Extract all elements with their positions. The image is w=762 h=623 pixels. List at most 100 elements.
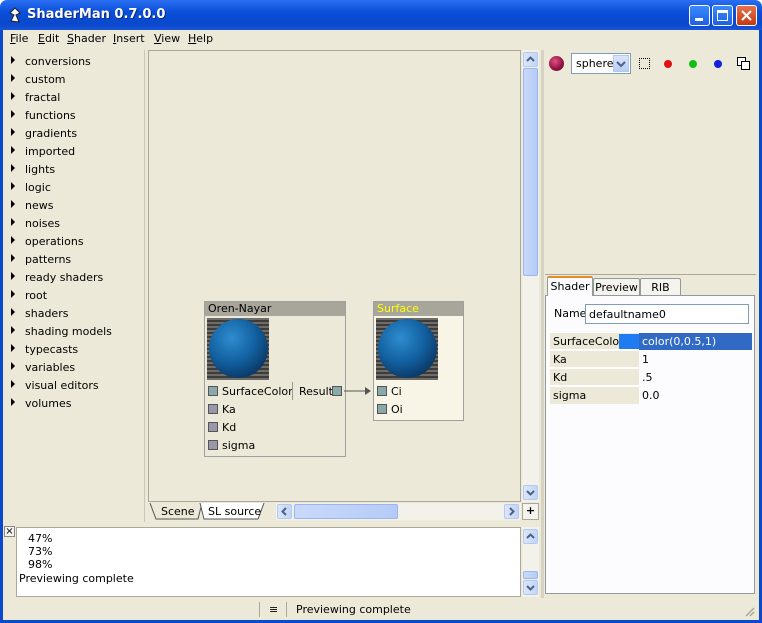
blue-light-icon[interactable] xyxy=(714,60,722,68)
tree-item-conversions[interactable]: conversions xyxy=(6,52,145,70)
copy-icon[interactable] xyxy=(737,57,750,70)
tree-item-noises[interactable]: noises xyxy=(6,214,145,232)
tree-item-gradients[interactable]: gradients xyxy=(6,124,145,142)
expand-arrow-icon[interactable] xyxy=(11,362,15,370)
dropdown-button[interactable] xyxy=(613,55,629,72)
port-surfacecolor[interactable] xyxy=(208,386,218,396)
node-canvas[interactable]: Oren-Nayar SurfaceColor Ka Kd sigma Resu… xyxy=(148,50,521,502)
tree-item-typecasts[interactable]: typecasts xyxy=(6,340,145,358)
tree-item-variables[interactable]: variables xyxy=(6,358,145,376)
log-vscrollbar[interactable] xyxy=(522,527,539,597)
tree-item-news[interactable]: news xyxy=(6,196,145,214)
port-oi[interactable] xyxy=(377,404,387,414)
prop-value-surfacecolor[interactable]: color(0,0.5,1) xyxy=(639,333,752,350)
expand-arrow-icon[interactable] xyxy=(11,236,15,244)
tree-item-ready-shaders[interactable]: ready shaders xyxy=(6,268,145,286)
expand-arrow-icon[interactable] xyxy=(11,146,15,154)
tree-item-imported[interactable]: imported xyxy=(6,142,145,160)
tree-item-visual-editors[interactable]: visual editors xyxy=(6,376,145,394)
region-select-icon[interactable] xyxy=(639,58,650,69)
tab-shader[interactable]: Shader xyxy=(547,276,593,296)
expand-arrow-icon[interactable] xyxy=(11,56,15,64)
expand-arrow-icon[interactable] xyxy=(11,200,15,208)
expand-arrow-icon[interactable] xyxy=(11,218,15,226)
tree-item-fractal[interactable]: fractal xyxy=(6,88,145,106)
app-icon xyxy=(9,7,21,23)
menu-bar: File Edit Shader Insert View Help xyxy=(3,30,759,49)
prop-value-kd[interactable]: .5 xyxy=(639,369,752,386)
scroll-thumb[interactable] xyxy=(523,68,538,276)
menu-help[interactable]: Help xyxy=(188,32,213,45)
canvas-vscrollbar[interactable] xyxy=(522,50,539,502)
close-icon xyxy=(741,10,752,21)
port-kd[interactable] xyxy=(208,422,218,432)
surface-node[interactable]: Surface Ci Oi xyxy=(373,301,464,421)
port-label: Oi xyxy=(391,403,403,416)
prop-value-sigma[interactable]: 0.0 xyxy=(639,387,752,404)
port-ci[interactable] xyxy=(377,386,387,396)
tree-item-lights[interactable]: lights xyxy=(6,160,145,178)
port-sigma[interactable] xyxy=(208,440,218,450)
tree-item-logic[interactable]: logic xyxy=(6,178,145,196)
scroll-down-button[interactable] xyxy=(523,485,538,500)
color-swatch[interactable] xyxy=(619,334,639,349)
surface-preview xyxy=(376,318,438,380)
expand-arrow-icon[interactable] xyxy=(11,290,15,298)
expand-arrow-icon[interactable] xyxy=(11,398,15,406)
scroll-thumb[interactable] xyxy=(523,571,538,579)
expand-arrow-icon[interactable] xyxy=(11,326,15,334)
tree-item-functions[interactable]: functions xyxy=(6,106,145,124)
resize-grip-icon[interactable] xyxy=(743,605,755,617)
port-ka[interactable] xyxy=(208,404,218,414)
canvas-hscrollbar[interactable] xyxy=(276,503,521,520)
tree-item-operations[interactable]: operations xyxy=(6,232,145,250)
shader-name-input[interactable] xyxy=(585,304,749,324)
scroll-up-button[interactable] xyxy=(523,52,538,67)
tab-scene[interactable]: Scene xyxy=(161,505,195,518)
scroll-left-button[interactable] xyxy=(277,504,292,519)
menu-insert[interactable]: Insert xyxy=(113,32,145,45)
expand-arrow-icon[interactable] xyxy=(11,254,15,262)
material-ball-icon[interactable] xyxy=(549,56,564,71)
tab-sl-source[interactable]: SL source xyxy=(208,505,261,518)
minimize-button[interactable] xyxy=(689,5,710,26)
menu-file[interactable]: File xyxy=(10,32,28,45)
tree-item-root[interactable]: root xyxy=(6,286,145,304)
vertical-splitter[interactable] xyxy=(541,50,544,598)
tree-item-shading-models[interactable]: shading models xyxy=(6,322,145,340)
menu-edit[interactable]: Edit xyxy=(38,32,59,45)
scroll-thumb[interactable] xyxy=(294,504,398,519)
scroll-down-button[interactable] xyxy=(523,580,538,595)
expand-arrow-icon[interactable] xyxy=(11,344,15,352)
menu-view[interactable]: View xyxy=(154,32,180,45)
close-window-button[interactable] xyxy=(736,5,757,26)
scroll-right-button[interactable] xyxy=(504,504,519,519)
expand-arrow-icon[interactable] xyxy=(11,380,15,388)
port-label: Ci xyxy=(391,385,402,398)
oren-nayar-node[interactable]: Oren-Nayar SurfaceColor Ka Kd sigma Resu… xyxy=(204,301,346,457)
expand-arrow-icon[interactable] xyxy=(11,74,15,82)
status-divider xyxy=(259,602,260,617)
tree-item-patterns[interactable]: patterns xyxy=(6,250,145,268)
tree-item-shaders[interactable]: shaders xyxy=(6,304,145,322)
expand-arrow-icon[interactable] xyxy=(11,110,15,118)
expand-arrow-icon[interactable] xyxy=(11,308,15,316)
expand-arrow-icon[interactable] xyxy=(11,272,15,280)
red-light-icon[interactable] xyxy=(664,60,672,68)
expand-arrow-icon[interactable] xyxy=(11,128,15,136)
expand-arrow-icon[interactable] xyxy=(11,182,15,190)
scroll-up-button[interactable] xyxy=(523,529,538,544)
tree-item-custom[interactable]: custom xyxy=(6,70,145,88)
prop-value-ka[interactable]: 1 xyxy=(639,351,752,368)
maximize-button[interactable] xyxy=(712,5,733,26)
shape-select[interactable]: sphere xyxy=(571,53,631,74)
menu-shader[interactable]: Shader xyxy=(67,32,106,45)
port-result[interactable] xyxy=(332,386,342,396)
green-light-icon[interactable] xyxy=(689,60,697,68)
close-log-button[interactable]: × xyxy=(4,526,15,537)
tree-item-label: logic xyxy=(25,181,51,194)
add-scene-button[interactable]: + xyxy=(522,503,539,520)
tree-item-volumes[interactable]: volumes xyxy=(6,394,145,412)
expand-arrow-icon[interactable] xyxy=(11,164,15,172)
expand-arrow-icon[interactable] xyxy=(11,92,15,100)
